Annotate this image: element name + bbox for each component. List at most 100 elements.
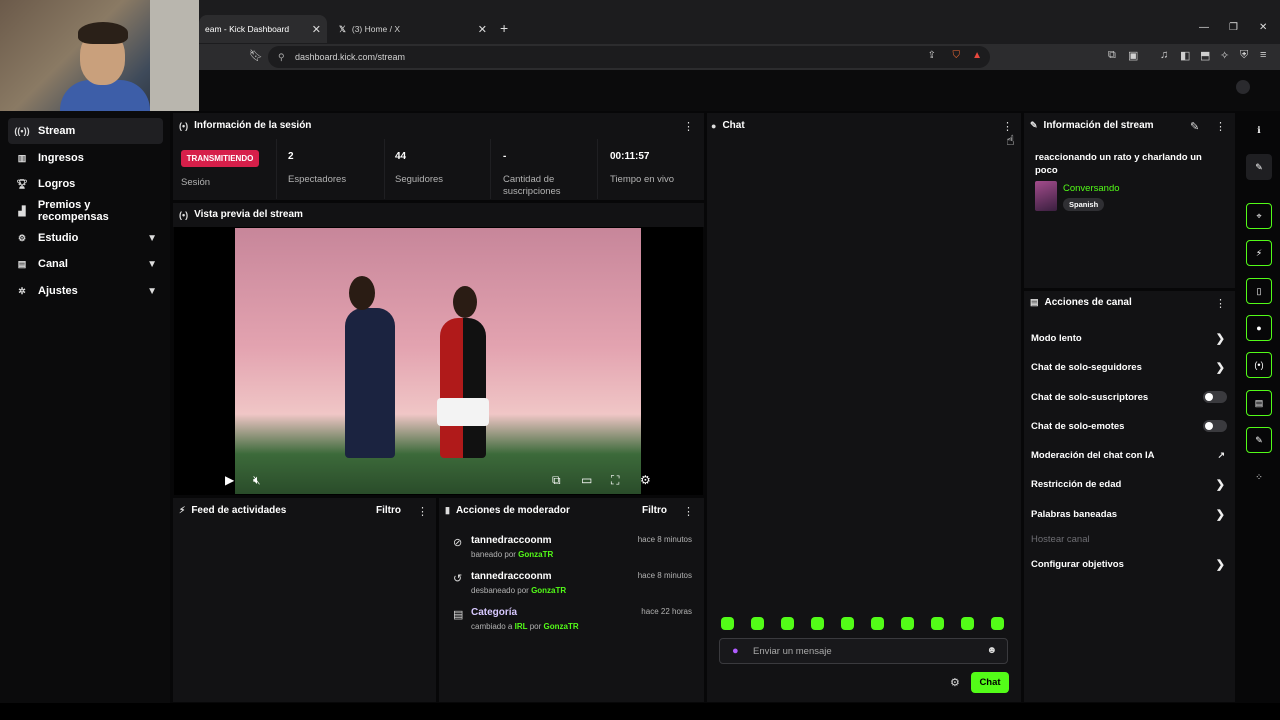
chart-icon: ▥	[17, 152, 27, 163]
leo-ai-icon[interactable]: ✧	[1220, 49, 1229, 62]
settings-icon[interactable]: ⚙	[640, 473, 651, 487]
chat-settings-icon[interactable]: ⚙	[950, 676, 960, 689]
emote-icon[interactable]	[931, 617, 944, 630]
sidebar-item-estudio[interactable]: ⚙ Estudio ▼	[8, 225, 163, 251]
live-badge: TRANSMITIENDO	[181, 150, 259, 167]
moderator-filter-button[interactable]: Filtro	[642, 505, 667, 516]
channel-actions-menu-icon[interactable]: ⋮	[1215, 297, 1226, 310]
emote-icon[interactable]	[901, 617, 914, 630]
extensions-icon[interactable]: ⧉	[1108, 49, 1116, 62]
action-subscribers-only: Chat de solo-suscriptores	[1031, 389, 1229, 405]
media-icon[interactable]: ♫	[1160, 49, 1168, 61]
close-icon[interactable]: ✕	[312, 23, 321, 36]
action-configure-goals[interactable]: Configurar objetivos ❯	[1031, 556, 1229, 572]
tab-x-home[interactable]: 𝕏 (3) Home / X ✕	[333, 15, 493, 43]
panel-title: Chat	[722, 120, 745, 131]
chevron-right-icon: ❯	[1215, 361, 1225, 374]
action-ai-moderation[interactable]: Moderación del chat con IA ↗	[1031, 447, 1229, 463]
chat-input[interactable]: ● Enviar un mensaje ☻	[719, 638, 1008, 664]
bolt-icon[interactable]: ⚡︎	[1246, 240, 1272, 266]
sidebar-item-premios[interactable]: ▟ Premios y recompensas	[8, 198, 163, 224]
minimize-icon[interactable]: —	[1199, 22, 1209, 33]
wallet-icon[interactable]: ▣	[1128, 49, 1138, 62]
gear-icon: ⚙	[17, 232, 27, 243]
site-settings-icon[interactable]: ⚲	[278, 52, 285, 63]
moderator-menu-icon[interactable]: ⋮	[683, 505, 694, 518]
close-icon[interactable]: ✕	[478, 23, 487, 36]
channel-actions-header: ▤ Acciones de canal	[1030, 297, 1132, 308]
stat-followers: 44 Seguidores	[395, 151, 444, 185]
emote-icon[interactable]	[991, 617, 1004, 630]
rewards-icon[interactable]: ▲	[972, 50, 982, 61]
sidebar-item-label: Stream	[38, 125, 76, 137]
activity-filter-button[interactable]: Filtro	[376, 505, 401, 516]
emoji-icon[interactable]: ☻	[986, 645, 997, 656]
layout-icon[interactable]: ⁘	[1246, 464, 1272, 490]
action-label: Chat de solo-seguidores	[1031, 361, 1142, 373]
microphone-icon[interactable]: ●	[732, 645, 739, 657]
action-banned-words[interactable]: Palabras baneadas ❯	[1031, 506, 1229, 522]
sidebar-item-label: Ajustes	[38, 285, 78, 297]
tab-kick-dashboard[interactable]: eam - Kick Dashboard ✕	[199, 15, 327, 43]
vpn-icon[interactable]: ⬒	[1200, 49, 1210, 62]
activity-menu-icon[interactable]: ⋮	[417, 505, 428, 518]
edit-icon[interactable]: ✎	[1190, 120, 1199, 133]
sidebar-item-canal[interactable]: ▤ Canal ▼	[8, 251, 163, 277]
new-tab-icon[interactable]: +	[500, 20, 508, 36]
sidebar-item-stream[interactable]: ((•)) Stream	[8, 118, 163, 144]
category-link[interactable]: Conversando	[1063, 183, 1120, 194]
stat-viewers: 2 Espectadores	[288, 151, 347, 185]
chat-send-button[interactable]: Chat	[971, 672, 1009, 693]
emote-icon[interactable]	[871, 617, 884, 630]
broadcast-icon[interactable]: (•)	[1246, 352, 1272, 378]
emote-icon[interactable]	[961, 617, 974, 630]
sidebar-item-logros[interactable]: 🏆︎ Logros	[8, 171, 163, 197]
share-icon[interactable]: ⇪	[928, 50, 936, 61]
chat-bubble-icon[interactable]: ●	[1246, 315, 1272, 341]
stream-title: reaccionando un rato y charlando un poco	[1035, 152, 1202, 176]
focus-icon[interactable]: ⌖	[1246, 203, 1272, 229]
shield-icon[interactable]: ⛨	[1240, 49, 1248, 62]
emote-icon[interactable]	[841, 617, 854, 630]
theater-icon[interactable]: ▭	[581, 473, 592, 487]
action-age-restriction[interactable]: Restricción de edad ❯	[1031, 476, 1229, 492]
stream-info-menu-icon[interactable]: ⋮	[1215, 120, 1226, 133]
chevron-down-icon: ▼	[147, 258, 157, 270]
action-emotes-only: Chat de solo-emotes	[1031, 418, 1229, 434]
pip-icon[interactable]: ⧉	[552, 473, 561, 488]
url-field[interactable]: ⚲ dashboard.kick.com/stream ⇪ ⛉ ▲	[268, 46, 990, 68]
fullscreen-icon[interactable]: ⛶	[611, 473, 619, 488]
emote-icon[interactable]	[721, 617, 734, 630]
emote-icon[interactable]	[751, 617, 764, 630]
x-logo-icon: 𝕏	[339, 23, 346, 34]
action-followers-only[interactable]: Chat de solo-seguidores ❯	[1031, 359, 1229, 375]
sidebar-toggle-icon[interactable]: ◧	[1180, 49, 1190, 62]
brave-shield-icon[interactable]: ⛉	[953, 50, 961, 61]
chevron-right-icon: ❯	[1215, 558, 1225, 571]
action-slow-mode[interactable]: Modo lento ❯	[1031, 330, 1229, 346]
subscribers-only-toggle[interactable]	[1203, 391, 1227, 403]
divider	[276, 139, 277, 199]
bookmark-icon[interactable]: 🔖︎	[249, 49, 263, 62]
document-icon[interactable]: ▯	[1246, 278, 1272, 304]
session-menu-icon[interactable]: ⋮	[683, 120, 694, 133]
play-icon[interactable]: ▶	[225, 473, 234, 487]
emote-icon[interactable]	[781, 617, 794, 630]
sidebar-item-ingresos[interactable]: ▥ Ingresos	[8, 145, 163, 171]
menu-icon[interactable]: ≡	[1260, 49, 1266, 61]
maximize-icon[interactable]: ❐	[1229, 22, 1238, 33]
window-close-icon[interactable]: ✕	[1259, 22, 1267, 33]
actions-icon[interactable]: ▤	[1246, 390, 1272, 416]
channel-actions-panel	[1024, 291, 1235, 702]
wrench-icon[interactable]: ✎	[1246, 427, 1272, 453]
action-label: Chat de solo-emotes	[1031, 420, 1125, 432]
sidebar-item-ajustes[interactable]: ✲ Ajustes ▼	[8, 278, 163, 304]
edit-icon[interactable]: ✎	[1246, 154, 1272, 180]
chevron-right-icon: ❯	[1215, 508, 1225, 521]
avatar[interactable]	[1236, 80, 1250, 94]
mute-icon[interactable]: 🔇︎	[253, 473, 261, 488]
emotes-only-toggle[interactable]	[1203, 420, 1227, 432]
info-icon[interactable]: ℹ	[1246, 117, 1272, 143]
emote-icon[interactable]	[811, 617, 824, 630]
layout-icon: ▤	[17, 258, 27, 269]
